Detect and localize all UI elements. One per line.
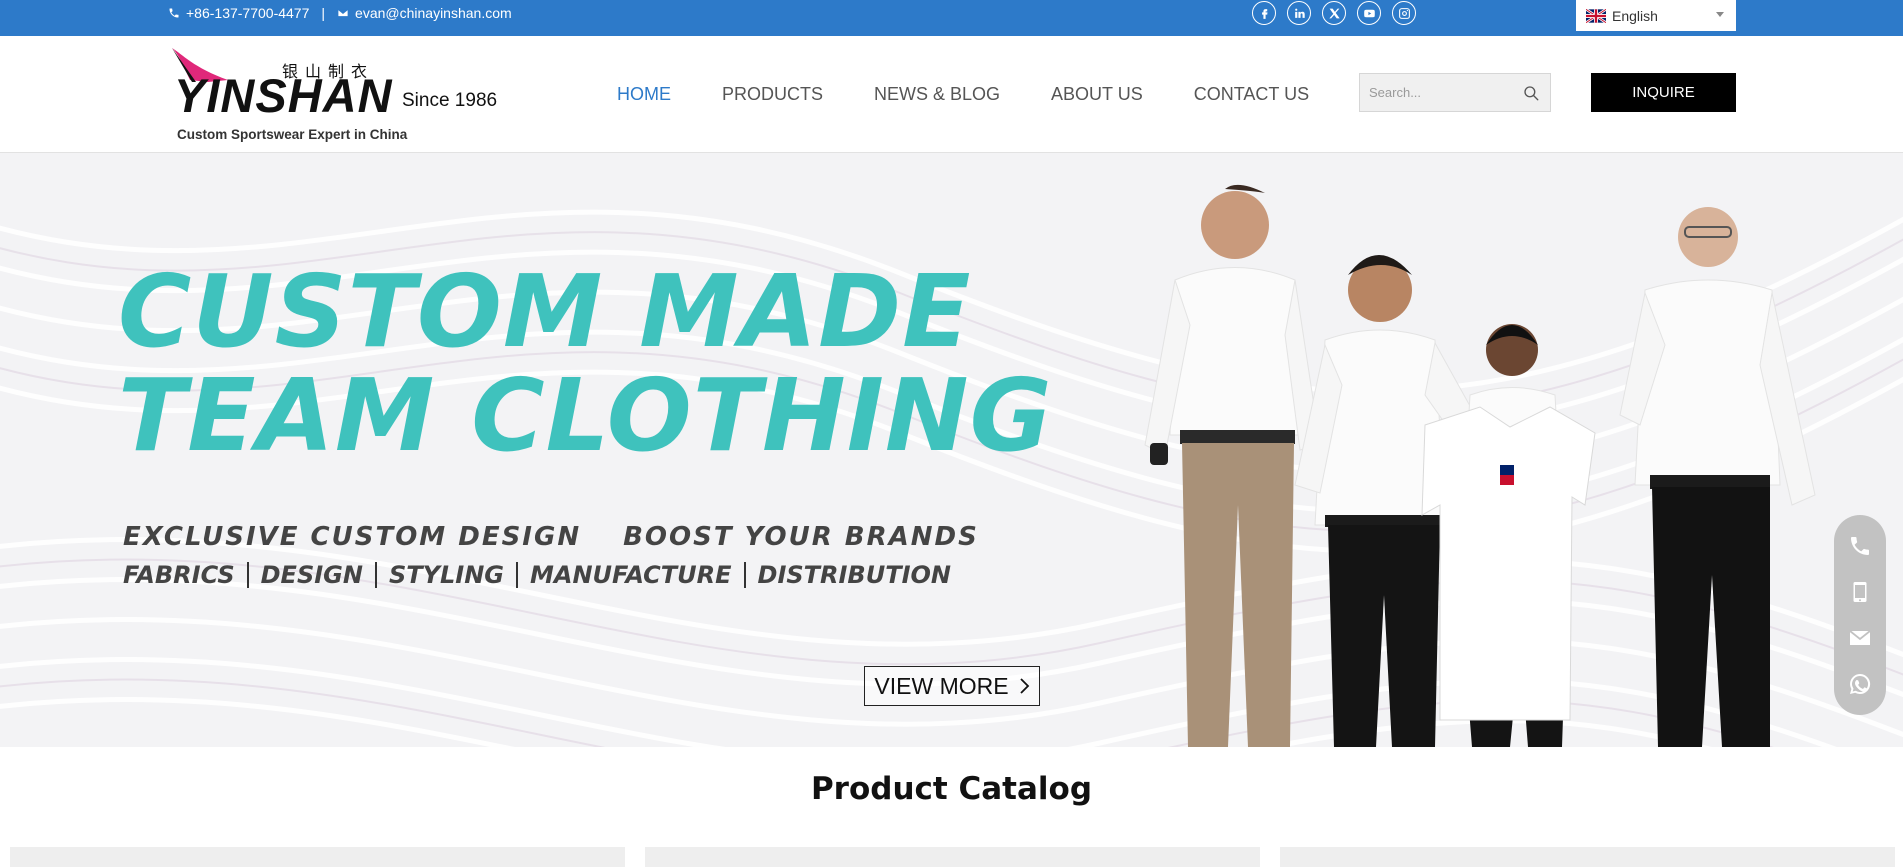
language-selector[interactable]: English (1576, 0, 1736, 31)
mobile-icon[interactable] (1845, 577, 1875, 607)
catalog-card[interactable] (10, 847, 625, 867)
hero-title: CUSTOM MADE TEAM CLOTHING (118, 260, 1053, 468)
inquire-button[interactable]: INQUIRE (1591, 73, 1736, 112)
instagram-icon[interactable] (1392, 1, 1416, 25)
hero-subtitle: EXCLUSIVE CUSTOM DESIGN BOOST YOUR BRANDS (123, 522, 979, 552)
service-item: MANUFACTURE (530, 561, 732, 589)
divider (516, 562, 518, 588)
floating-contact-bar (1834, 515, 1886, 715)
language-label: English (1612, 7, 1658, 24)
phone-number[interactable]: +86-137-7700-4477 (186, 5, 309, 21)
hero-title-line2: TEAM CLOTHING (118, 357, 1053, 474)
linkedin-icon[interactable] (1287, 1, 1311, 25)
divider (374, 562, 377, 588)
catalog-title: Product Catalog (810, 771, 1093, 807)
person-1 (1144, 184, 1321, 747)
nav-news-blog[interactable]: NEWS & BLOG (874, 84, 1000, 105)
nav-about-us[interactable]: ABOUT US (1051, 84, 1143, 105)
mail-icon[interactable] (1845, 623, 1875, 653)
hero-subtitle-a: EXCLUSIVE CUSTOM DESIGN (123, 522, 582, 552)
service-item: DESIGN (260, 561, 363, 589)
logo-wordmark: YINSHAN (174, 69, 393, 122)
email-address[interactable]: evan@chinayinshan.com (355, 5, 512, 21)
mail-icon (337, 9, 349, 17)
nav-products[interactable]: PRODUCTS (722, 84, 823, 105)
nav-home[interactable]: HOME (617, 84, 671, 105)
catalog-card[interactable] (1280, 847, 1895, 867)
chevron-down-icon (1716, 12, 1724, 17)
search-icon[interactable] (1522, 84, 1540, 102)
held-shirt (1421, 406, 1596, 721)
catalog-grid (10, 847, 1895, 867)
view-more-button[interactable]: VIEW MORE (864, 666, 1040, 706)
x-twitter-icon[interactable] (1322, 1, 1346, 25)
phone-icon[interactable] (1845, 531, 1875, 561)
nav-contact-us[interactable]: CONTACT US (1194, 84, 1309, 105)
main-nav: HOME PRODUCTS NEWS & BLOG ABOUT US CONTA… (617, 84, 1360, 105)
whatsapp-icon[interactable] (1845, 669, 1875, 699)
hero-subtitle-b: BOOST YOUR BRANDS (623, 522, 979, 552)
catalog-card[interactable] (645, 847, 1260, 867)
uk-flag-icon (1586, 8, 1606, 23)
site-header: 银山制衣 YINSHAN Since 1986 Custom Sportswea… (0, 36, 1903, 153)
youtube-icon[interactable] (1357, 1, 1381, 25)
view-more-label: VIEW MORE (874, 672, 1009, 699)
search-input[interactable] (1360, 74, 1510, 111)
service-item: STYLING (388, 561, 504, 589)
social-links (1252, 1, 1416, 25)
divider (743, 562, 746, 588)
top-bar: +86-137-7700-4477 | evan@chinayinshan.co… (0, 0, 1903, 36)
logo-tagline: Custom Sportswear Expert in China (177, 127, 408, 142)
contact-separator: | (321, 5, 326, 21)
service-item: DISTRIBUTION (757, 561, 952, 589)
search-box (1359, 73, 1551, 112)
phone-icon (169, 8, 179, 18)
contact-info: +86-137-7700-4477 | evan@chinayinshan.co… (168, 4, 512, 22)
service-item: FABRICS (123, 561, 235, 589)
chevron-right-icon (1019, 678, 1029, 694)
hero-title-line1: CUSTOM MADE (118, 253, 972, 370)
site-logo[interactable]: 银山制衣 YINSHAN Since 1986 Custom Sportswea… (168, 46, 498, 142)
hero-team-photo (1144, 184, 1816, 747)
hero-banner: CUSTOM MADE TEAM CLOTHING EXCLUSIVE CUST… (0, 153, 1903, 747)
logo-since: Since 1986 (402, 90, 498, 111)
person-4 (1619, 207, 1816, 747)
divider (246, 562, 249, 588)
hero-services: FABRICS DESIGN STYLING MANUFACTURE DISTR… (123, 561, 951, 589)
facebook-icon[interactable] (1252, 1, 1276, 25)
